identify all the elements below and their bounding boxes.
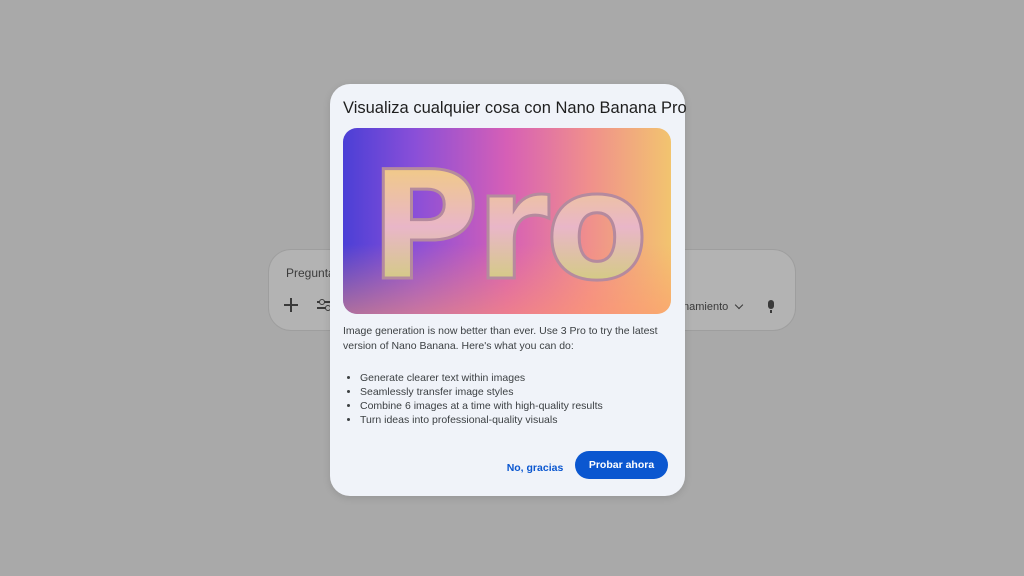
hero-artwork: Pro <box>368 139 650 315</box>
promo-dialog: Visualiza cualquier cosa con Nano Banana… <box>330 84 687 496</box>
dialog-description: Image generation is now better than ever… <box>343 325 658 352</box>
microphone-icon <box>768 300 774 313</box>
feature-list: Generate clearer text within images Seam… <box>343 371 690 427</box>
mode-label: namiento <box>683 301 729 313</box>
prompt-placeholder: Pregunta <box>286 266 335 280</box>
dialog-title: Visualiza cualquier cosa con Nano Banana… <box>343 99 687 117</box>
list-item: Generate clearer text within images <box>360 371 690 385</box>
list-item: Seamlessly transfer image styles <box>360 385 690 399</box>
list-item: Combine 6 images at a time with high-qua… <box>360 399 690 413</box>
try-now-button[interactable]: Probar ahora <box>575 451 668 479</box>
hero-image: Pro <box>343 128 671 314</box>
chevron-down-icon <box>734 300 744 310</box>
hero-text: Pro <box>370 140 645 314</box>
dismiss-button[interactable]: No, gracias <box>502 458 568 478</box>
list-item: Turn ideas into professional-quality vis… <box>360 413 690 427</box>
tools-icon <box>317 299 331 311</box>
plus-icon <box>284 298 298 312</box>
